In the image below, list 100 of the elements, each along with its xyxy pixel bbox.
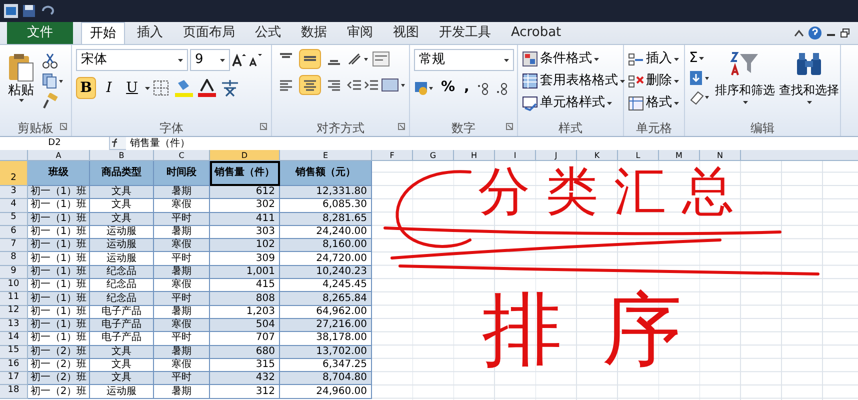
row-header[interactable]: 5 [0,212,28,226]
ribbon-tab[interactable]: Acrobat [503,22,570,44]
row-header[interactable]: 15 [0,346,28,359]
style-menu-button[interactable]: 单元格样式 [522,93,625,113]
formula-input[interactable]: 销售量（件） [126,136,858,150]
column-header[interactable]: M [659,150,700,161]
cells-menu-button[interactable]: 删除 [628,71,679,91]
format-toggle[interactable]: I [99,77,119,99]
column-header[interactable]: H [454,150,495,161]
font-size-field[interactable]: 9 [190,49,230,71]
cells-menu-button[interactable]: 插入 [628,49,679,69]
decrease-decimal-icon[interactable] [495,80,510,94]
collapse-ribbon-icon[interactable] [794,29,804,37]
restore-icon[interactable] [840,28,850,38]
dialog-launcher-icon[interactable] [398,123,405,130]
phonetic-guide-icon[interactable] [220,79,240,97]
name-box[interactable]: D2 [0,136,110,150]
row-header[interactable]: 3 [0,186,28,200]
autosum-button[interactable]: Σ [689,49,711,67]
column-header[interactable]: E [280,150,372,161]
copy-icon[interactable] [42,73,64,89]
style-menu-button[interactable]: 套用表格格式 [522,71,625,91]
row-header[interactable]: 12 [0,306,28,319]
row-header[interactable]: 18 [0,385,28,399]
format-painter-icon[interactable] [42,93,58,109]
decrease-font-size-icon[interactable] [248,53,262,67]
currency-icon[interactable] [414,80,434,96]
ribbon-tab[interactable]: 插入 [129,22,171,44]
fill-color-icon[interactable] [174,79,194,97]
column-header[interactable]: G [413,150,454,161]
column-header[interactable]: A [28,150,90,161]
column-header[interactable]: C [154,150,210,161]
column-header[interactable]: J [536,150,577,161]
column-header[interactable]: L [618,150,659,161]
table-cell: 暑期 [154,226,210,240]
row-header[interactable]: 7 [0,239,28,252]
text-orientation-icon[interactable] [347,52,369,66]
ribbon-tab[interactable]: 公式 [247,22,289,44]
row-header[interactable]: 10 [0,279,28,292]
wrap-text-icon[interactable] [372,51,390,67]
spreadsheet-icon[interactable] [4,4,18,18]
format-toggle[interactable]: U [122,77,142,99]
dialog-launcher-icon[interactable] [260,123,267,130]
increase-indent-icon[interactable] [364,78,378,92]
editing-menu-button[interactable]: 查找和选择 [779,49,839,119]
paste-button[interactable]: 粘贴 [4,49,38,117]
fill-down-icon[interactable] [689,70,711,86]
number-style-button[interactable]: % [439,77,458,98]
increase-decimal-icon[interactable] [476,80,490,94]
row-header[interactable]: 17 [0,372,28,386]
table-cell: 寒假 [154,358,210,372]
format-toggle[interactable]: B [76,77,96,99]
increase-font-size-icon[interactable] [232,53,246,67]
column-header[interactable]: B [90,150,154,161]
ribbon-tab[interactable]: 文件 [7,22,73,44]
table-cell: 平时 [154,372,210,386]
ribbon-tab[interactable]: 开发工具 [431,22,499,44]
column-header[interactable]: I [495,150,536,161]
font-name-field[interactable]: 宋体 [76,49,188,71]
table-cell: 13,702.00 [280,346,372,359]
editing-menu-button[interactable]: 排序和筛选 [715,49,775,119]
number-style-button[interactable]: , [462,77,472,98]
row-header[interactable]: 6 [0,226,28,240]
column-header[interactable]: K [577,150,618,161]
row-header[interactable]: 2 [0,161,28,186]
font-color-icon[interactable] [197,79,217,97]
style-icon [522,51,538,67]
merge-cells-icon[interactable] [381,78,405,92]
style-menu-button[interactable]: 条件格式 [522,49,625,69]
save-icon[interactable] [22,4,36,18]
help-icon[interactable] [808,26,822,40]
ribbon-tab[interactable]: 页面布局 [175,22,243,44]
ribbon-tab[interactable]: 视图 [385,22,427,44]
dialog-launcher-icon[interactable] [60,123,67,130]
cells-icon [628,74,644,88]
row-header[interactable]: 13 [0,318,28,332]
dialog-launcher-icon[interactable] [506,123,513,130]
caret-icon [698,56,704,60]
table-cell: 初一（1）班 [28,279,90,292]
cells-menu-button[interactable]: 格式 [628,93,679,113]
ribbon-tab[interactable]: 数据 [293,22,335,44]
decrease-indent-icon[interactable] [347,78,361,92]
row-header[interactable]: 16 [0,358,28,372]
row-header[interactable]: 8 [0,252,28,266]
row-header[interactable]: 14 [0,332,28,346]
ribbon-tab[interactable]: 审阅 [339,22,381,44]
row-header[interactable]: 4 [0,199,28,213]
column-header[interactable]: D [210,150,280,161]
table-cell: 平时 [154,212,210,226]
column-header[interactable]: N [700,150,741,161]
row-header[interactable]: 9 [0,266,28,280]
table-cell: 商品类型 [90,161,154,186]
borders-icon[interactable] [153,80,171,96]
column-header[interactable]: F [372,150,413,161]
scissors-icon[interactable] [42,53,58,69]
caret-icon [594,58,599,60]
eraser-icon[interactable] [689,89,711,105]
ribbon-tab[interactable]: 开始 [81,22,125,44]
row-header[interactable]: 11 [0,292,28,306]
number-format-field[interactable]: 常规 [414,49,514,71]
